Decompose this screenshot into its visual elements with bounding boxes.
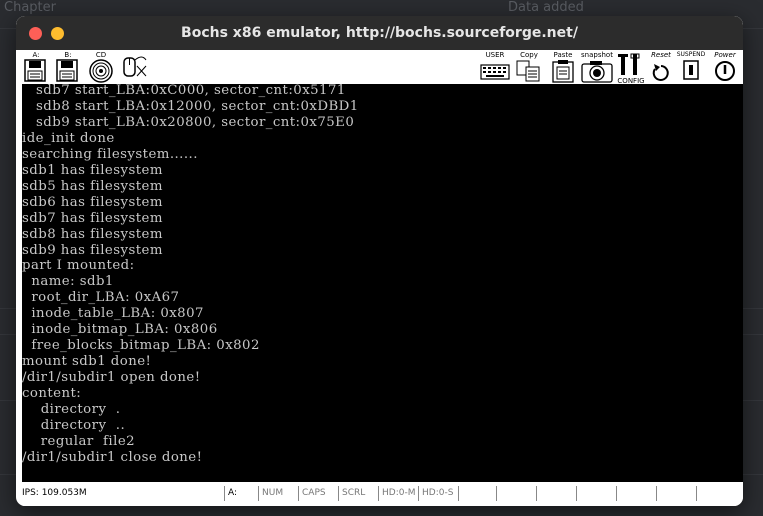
console-line: sdb5 has filesystem xyxy=(22,178,163,194)
copy-icon xyxy=(516,60,540,82)
ips-readout: IPS: 109.053M xyxy=(22,488,87,498)
console-line: part I mounted: xyxy=(22,258,135,274)
cdrom-button[interactable]: CD xyxy=(86,51,116,83)
floppy-icon xyxy=(24,59,46,82)
config-icon xyxy=(618,53,640,75)
bochs-toolbar: A: B: CD USER Copy Paste snapshot CONFIG… xyxy=(22,50,743,85)
status-cell xyxy=(656,486,694,501)
cdrom-label: CD xyxy=(95,51,107,59)
mouse-icon xyxy=(123,56,147,77)
copy-label: Copy xyxy=(520,51,538,59)
cdrom-icon xyxy=(89,59,113,83)
console-line: sdb7 start_LBA:0xC000, sector_cnt:0x5171 xyxy=(22,84,346,98)
console-line: sdb1 has filesystem xyxy=(22,162,163,178)
reset-label: Reset xyxy=(651,51,671,59)
window-title: Bochs x86 emulator, http://bochs.sourcef… xyxy=(181,25,578,41)
floppy-b-button[interactable]: B: xyxy=(54,51,82,83)
mouse-capture-button[interactable] xyxy=(120,51,150,83)
console-line: /dir1/subdir1 close done! xyxy=(22,449,203,465)
status-cell xyxy=(536,486,574,501)
keyboard-icon xyxy=(480,64,510,80)
status-cell xyxy=(696,486,740,501)
snapshot-label: snapshot xyxy=(581,51,613,59)
console-line: sdb7 has filesystem xyxy=(22,210,163,226)
console-line: sdb8 has filesystem xyxy=(22,226,163,242)
suspend-button[interactable]: SUSPEND xyxy=(674,51,708,83)
power-label: Power xyxy=(714,51,736,59)
background-text: Chapter xyxy=(4,0,56,15)
console-line: searching filesystem...... xyxy=(22,146,198,162)
status-cell xyxy=(616,486,654,501)
console-line: sdb9 has filesystem xyxy=(22,242,163,258)
bochs-window: Bochs x86 emulator, http://bochs.sourcef… xyxy=(16,16,743,506)
status-hd0-slave: HD:0-S xyxy=(418,486,458,501)
console-line: free_blocks_bitmap_LBA: 0x802 xyxy=(22,338,260,354)
reset-button[interactable]: Reset xyxy=(646,51,676,83)
console-line: ide_init done xyxy=(22,130,115,146)
power-icon xyxy=(715,61,735,81)
console-line: name: sdb1 xyxy=(22,274,114,290)
suspend-label: SUSPEND xyxy=(676,51,706,58)
floppy-icon xyxy=(56,59,78,82)
floppy-a-button[interactable]: A: xyxy=(22,51,50,83)
snapshot-button[interactable]: snapshot xyxy=(580,51,614,83)
clipboard-icon xyxy=(552,60,574,83)
user-button[interactable]: USER xyxy=(480,51,510,83)
status-cell xyxy=(458,486,496,501)
status-drive: A: xyxy=(224,486,258,501)
console-line: sdb9 start_LBA:0x20800, sector_cnt:0x75E… xyxy=(22,114,355,130)
floppy-b-label: B: xyxy=(64,51,72,59)
status-scrl: SCRL xyxy=(338,486,378,501)
status-num: NUM xyxy=(258,486,298,501)
console-line: sdb6 has filesystem xyxy=(22,194,163,210)
floppy-a-label: A: xyxy=(32,51,40,59)
console-output: sdb7 start_LBA:0xC000, sector_cnt:0x5171… xyxy=(22,84,359,466)
status-bar: IPS: 109.053M A: NUM CAPS SCRL HD:0-M HD… xyxy=(22,482,743,506)
background-column-header: Data added xyxy=(508,0,584,15)
status-cell xyxy=(576,486,614,501)
reset-icon xyxy=(652,64,669,81)
power-button[interactable]: Power xyxy=(708,51,742,83)
console-line: inode_bitmap_LBA: 0x806 xyxy=(22,322,218,338)
status-caps: CAPS xyxy=(298,486,338,501)
console-line: directory . xyxy=(22,402,121,418)
status-cell xyxy=(496,486,534,501)
suspend-icon xyxy=(683,60,699,80)
emulator-screen[interactable]: sdb7 start_LBA:0xC000, sector_cnt:0x5171… xyxy=(22,84,743,482)
user-label: USER xyxy=(485,51,505,59)
status-hd0-master: HD:0-M xyxy=(378,486,418,501)
console-line: mount sdb1 done! xyxy=(22,354,152,370)
console-line: /dir1/subdir1 open done! xyxy=(22,370,201,386)
paste-label: Paste xyxy=(553,51,573,59)
console-line: root_dir_LBA: 0xA67 xyxy=(22,290,180,306)
copy-button[interactable]: Copy xyxy=(514,51,544,83)
config-button[interactable]: CONFIG xyxy=(616,51,646,85)
title-bar[interactable]: Bochs x86 emulator, http://bochs.sourcef… xyxy=(16,16,743,50)
console-line: directory .. xyxy=(22,418,126,434)
console-line: regular file2 xyxy=(22,433,136,449)
paste-button[interactable]: Paste xyxy=(548,51,578,83)
camera-icon xyxy=(581,61,613,83)
console-line: inode_table_LBA: 0x807 xyxy=(22,306,204,322)
console-line: sdb8 start_LBA:0x12000, sector_cnt:0xDBD… xyxy=(22,98,359,114)
console-line: content: xyxy=(22,386,82,402)
